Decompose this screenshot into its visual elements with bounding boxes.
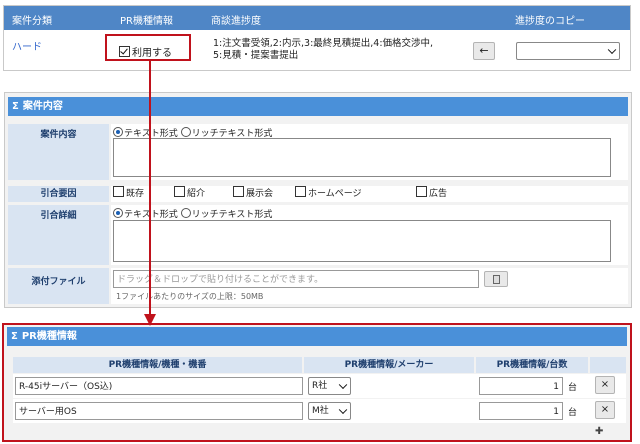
delete-row-button[interactable]: × [595,376,615,394]
cause-option-referral[interactable]: 紹介 [174,186,205,202]
cause-option-label: 広告 [429,189,448,199]
cause-options: 既存 紹介 展示会 ホームページ 広告 [111,186,628,202]
chevron-down-icon [607,45,617,55]
content-field-cell: テキスト形式 リッチテキスト形式 [111,124,628,180]
sigma-icon: Σ [12,101,19,112]
progress-legend-line1: 1:注文書受領,2:内示,3:最終見積提出,4:価格交渉中, [213,38,434,49]
header-progress: 商談進捗度 [211,16,261,27]
col-model: PR機種情報/機種・機番 [13,357,302,373]
quantity-input[interactable]: 1 [479,377,563,395]
content-textarea[interactable] [113,138,611,177]
connector-arrow [144,60,156,326]
pr-info-panel: Σ PR機種情報 PR機種情報/機種・機番 PR機種情報/メーカー PR機種情報/… [2,323,632,442]
header-category: 案件分類 [12,16,52,27]
col-maker: PR機種情報/メーカー [304,357,474,373]
model-input[interactable]: R-45iサーバー（OS込) [15,377,303,395]
checkbox-homepage[interactable] [295,186,306,197]
maker-select-value: M社 [312,406,329,416]
radio-text-format[interactable] [113,127,123,137]
clipboard-icon [493,275,500,284]
unit-label: 台 [568,383,578,393]
radio-rich-format[interactable] [180,127,191,137]
maker-select-value: R社 [312,381,328,391]
detail-format-options: テキスト形式 リッチテキスト形式 [113,207,272,220]
table-row: サーバー用OS M社 1 台 × [13,399,626,423]
attachment-label: 添付ファイル [8,268,109,304]
detail-label: 引合詳細 [8,205,109,265]
pr-use-checkbox-highlight[interactable]: 利用する [105,34,191,61]
summary-data-row: ハード 利用する 1:注文書受領,2:内示,3:最終見積提出,4:価格交渉中, … [4,30,630,70]
detail-field-cell: テキスト形式 リッチテキスト形式 [111,205,628,265]
case-summary-table: 案件分類 PR機種情報 商談進捗度 進捗度のコピー ハード 利用する 1:注文書… [3,5,631,71]
table-row: R-45iサーバー（OS込) R社 1 台 × [13,374,626,398]
col-quantity: PR機種情報/台数 [476,357,588,373]
delete-row-button[interactable]: × [595,401,615,419]
copy-arrow-button[interactable]: ← [473,42,495,60]
cause-option-homepage[interactable]: ホームページ [295,186,362,202]
checkbox-exhibition[interactable] [233,186,244,197]
attachment-field-cell: ドラッグ＆ドロップで貼り付けることができます。 1ファイルあたりのサイズの上限：… [111,268,628,304]
cause-option-label: ホームページ [308,189,362,199]
pr-use-label: 利用する [132,48,172,59]
sigma-icon: Σ [11,331,18,342]
pr-info-header[interactable]: Σ PR機種情報 [7,327,627,346]
col-actions [590,357,626,373]
maker-select[interactable]: R社 [308,377,351,395]
maker-select[interactable]: M社 [308,402,351,420]
detail-textarea[interactable] [113,220,611,262]
model-input[interactable]: サーバー用OS [15,402,303,420]
progress-legend-line2: 5:見積・提案書提出 [213,50,299,61]
case-content-header[interactable]: Σ 案件内容 [8,97,628,116]
add-row-button[interactable]: ✚ [595,426,603,437]
checkbox-existing[interactable] [113,186,124,197]
arrowhead-icon [144,314,156,326]
content-label: 案件内容 [8,124,109,180]
cause-option-label: 展示会 [246,189,274,199]
attachment-button[interactable] [484,271,508,287]
summary-header-row: 案件分類 PR機種情報 商談進捗度 進捗度のコピー [4,6,630,30]
header-pr-info: PR機種情報 [120,16,173,27]
header-progress-copy: 進捗度のコピー [515,16,585,27]
attachment-dropzone[interactable]: ドラッグ＆ドロップで貼り付けることができます。 [113,270,479,288]
chevron-down-icon [338,380,348,390]
checkbox-referral[interactable] [174,186,185,197]
unit-label: 台 [568,408,578,418]
case-content-panel: Σ案件内容 案件内容 テキスト形式 リッチテキスト形式 引合要因 既存 紹介 展… [4,92,632,308]
progress-copy-select[interactable] [516,42,620,60]
quantity-input[interactable]: 1 [479,402,563,420]
progress-legend: 1:注文書受領,2:内示,3:最終見積提出,4:価格交渉中, 5:見積・提案書提… [213,38,473,62]
cause-option-label: 紹介 [187,189,206,199]
radio-rich-format[interactable] [180,208,191,218]
checkbox-ad[interactable] [416,186,427,197]
case-content-title: 案件内容 [22,101,63,112]
chevron-down-icon [338,405,348,415]
attachment-size-note: 1ファイルあたりのサイズの上限：50MB [116,292,264,301]
radio-text-format[interactable] [113,208,123,218]
pr-info-title: PR機種情報 [21,331,77,342]
cause-option-exhibition[interactable]: 展示会 [233,186,273,202]
cause-option-ad[interactable]: 広告 [416,186,447,202]
category-link[interactable]: ハード [12,38,42,53]
format-rich-label: リッチテキスト形式 [191,210,273,220]
cause-label: 引合要因 [8,186,109,202]
pr-use-checkbox[interactable] [119,46,130,57]
